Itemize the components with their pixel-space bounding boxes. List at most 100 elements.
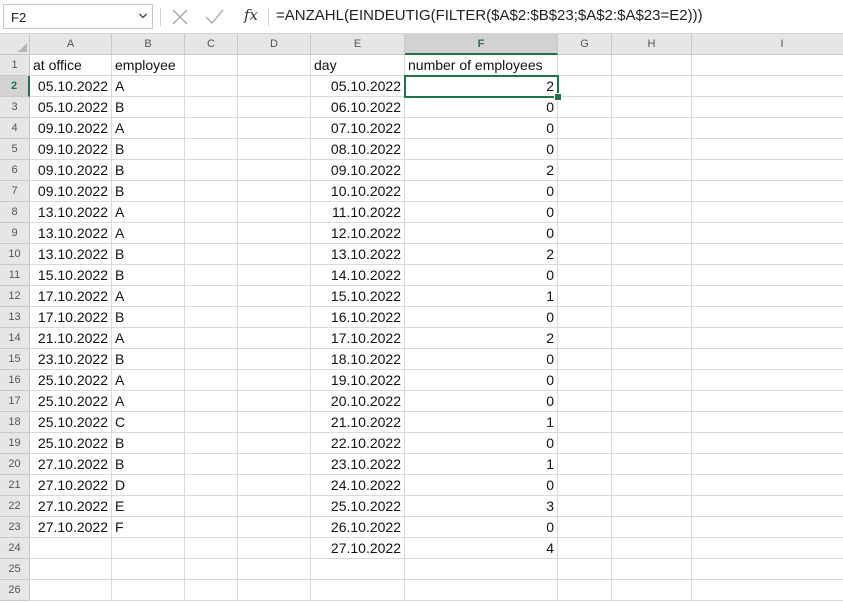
cell-g24[interactable] [558,538,612,559]
select-all-corner[interactable] [0,34,30,55]
cell-b17[interactable]: A [112,391,185,412]
cell-c3[interactable] [185,97,238,118]
cell-a6[interactable]: 09.10.2022 [30,160,112,181]
cell-c9[interactable] [185,223,238,244]
cell-a25[interactable] [30,559,112,580]
cell-g9[interactable] [558,223,612,244]
cell-g11[interactable] [558,265,612,286]
cell-e5[interactable]: 08.10.2022 [311,139,405,160]
cell-f17[interactable]: 0 [405,391,558,412]
cell-g6[interactable] [558,160,612,181]
cell-c21[interactable] [185,475,238,496]
column-header-g[interactable]: G [558,34,612,55]
cell-h25[interactable] [612,559,692,580]
cell-e18[interactable]: 21.10.2022 [311,412,405,433]
cell-g2[interactable] [558,76,612,97]
cell-a26[interactable] [30,580,112,601]
cell-e16[interactable]: 19.10.2022 [311,370,405,391]
cell-h4[interactable] [612,118,692,139]
cell-c2[interactable] [185,76,238,97]
cell-c11[interactable] [185,265,238,286]
cell-d24[interactable] [238,538,311,559]
cell-g16[interactable] [558,370,612,391]
cell-c22[interactable] [185,496,238,517]
cell-f16[interactable]: 0 [405,370,558,391]
cell-f20[interactable]: 1 [405,454,558,475]
cell-g7[interactable] [558,181,612,202]
cell-i22[interactable] [692,496,843,517]
cell-e3[interactable]: 06.10.2022 [311,97,405,118]
cell-i1[interactable] [692,55,843,76]
cell-c18[interactable] [185,412,238,433]
row-header-10[interactable]: 10 [0,244,30,265]
cell-i23[interactable] [692,517,843,538]
cell-h9[interactable] [612,223,692,244]
formula-input[interactable]: =ANZAHL(EINDEUTIG(FILTER($A$2:$B$23;$A$2… [276,7,703,24]
cell-b6[interactable]: B [112,160,185,181]
cell-e17[interactable]: 20.10.2022 [311,391,405,412]
cell-i2[interactable] [692,76,843,97]
cell-f9[interactable]: 0 [405,223,558,244]
row-header-23[interactable]: 23 [0,517,30,538]
cell-a16[interactable]: 25.10.2022 [30,370,112,391]
cell-c8[interactable] [185,202,238,223]
cell-h15[interactable] [612,349,692,370]
cell-d5[interactable] [238,139,311,160]
cell-d15[interactable] [238,349,311,370]
cell-f7[interactable]: 0 [405,181,558,202]
cell-f24[interactable]: 4 [405,538,558,559]
cell-g1[interactable] [558,55,612,76]
cell-h24[interactable] [612,538,692,559]
cell-a21[interactable]: 27.10.2022 [30,475,112,496]
cell-e21[interactable]: 24.10.2022 [311,475,405,496]
cell-c6[interactable] [185,160,238,181]
cell-i14[interactable] [692,328,843,349]
cell-b25[interactable] [112,559,185,580]
fx-icon[interactable]: fx [244,6,258,24]
cell-g5[interactable] [558,139,612,160]
cell-b26[interactable] [112,580,185,601]
cell-d4[interactable] [238,118,311,139]
cell-h10[interactable] [612,244,692,265]
cell-a8[interactable]: 13.10.2022 [30,202,112,223]
cell-g14[interactable] [558,328,612,349]
cell-c25[interactable] [185,559,238,580]
cell-b5[interactable]: B [112,139,185,160]
cell-b16[interactable]: A [112,370,185,391]
cell-b1[interactable]: employee [112,55,185,76]
cell-h3[interactable] [612,97,692,118]
cell-f22[interactable]: 3 [405,496,558,517]
cell-f11[interactable]: 0 [405,265,558,286]
column-header-c[interactable]: C [185,34,238,55]
cell-d21[interactable] [238,475,311,496]
check-icon[interactable] [203,6,225,28]
cell-e4[interactable]: 07.10.2022 [311,118,405,139]
fill-handle[interactable] [554,93,562,101]
cell-b22[interactable]: E [112,496,185,517]
cell-f10[interactable]: 2 [405,244,558,265]
cell-a5[interactable]: 09.10.2022 [30,139,112,160]
cell-h13[interactable] [612,307,692,328]
cell-c13[interactable] [185,307,238,328]
cell-b3[interactable]: B [112,97,185,118]
cell-h18[interactable] [612,412,692,433]
cell-i24[interactable] [692,538,843,559]
column-header-i[interactable]: I [692,34,843,55]
cell-i3[interactable] [692,97,843,118]
cell-c19[interactable] [185,433,238,454]
cell-d10[interactable] [238,244,311,265]
cell-e8[interactable]: 11.10.2022 [311,202,405,223]
cell-e12[interactable]: 15.10.2022 [311,286,405,307]
cell-d1[interactable] [238,55,311,76]
cell-d7[interactable] [238,181,311,202]
cell-b14[interactable]: A [112,328,185,349]
cell-e1[interactable]: day [311,55,405,76]
row-header-6[interactable]: 6 [0,160,30,181]
cell-c12[interactable] [185,286,238,307]
cell-e23[interactable]: 26.10.2022 [311,517,405,538]
cell-c23[interactable] [185,517,238,538]
cell-c16[interactable] [185,370,238,391]
cell-a9[interactable]: 13.10.2022 [30,223,112,244]
row-header-26[interactable]: 26 [0,580,30,601]
cell-b21[interactable]: D [112,475,185,496]
